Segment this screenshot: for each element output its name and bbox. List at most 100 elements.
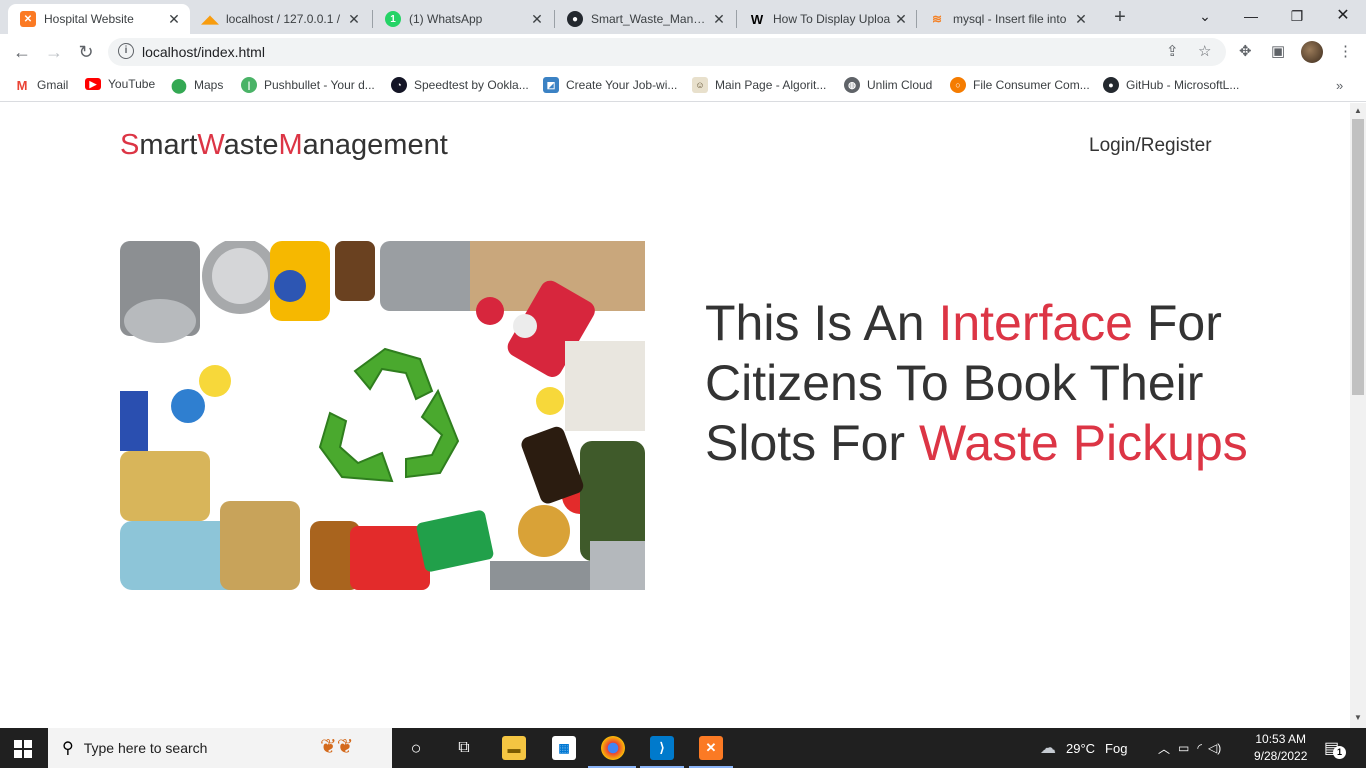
browser-toolbar: ← → ↻ i localhost/index.html ⇪ ☆ ✥ ▣ ⋮: [0, 34, 1366, 70]
wifi-icon[interactable]: ◜: [1197, 741, 1202, 755]
restore-button[interactable]: ❐: [1282, 4, 1312, 28]
bookmark-youtube[interactable]: ▶ YouTube: [85, 77, 155, 91]
bookmark-gmail[interactable]: M Gmail: [14, 77, 69, 93]
more-bookmarks-chevron-icon[interactable]: »: [1336, 78, 1343, 93]
tab-search-chevron-icon[interactable]: ⌄: [1190, 4, 1220, 28]
youtube-icon: ▶: [85, 78, 101, 90]
clock-time: 10:53 AM: [1255, 732, 1307, 746]
tray-overflow-chevron-icon[interactable]: ︿: [1158, 740, 1170, 757]
close-tab-icon[interactable]: ✕: [891, 11, 911, 28]
scroll-up-arrow-icon[interactable]: ▲: [1354, 106, 1362, 115]
vscode-icon[interactable]: ⟩: [650, 736, 674, 760]
bookmark-pushbullet[interactable]: | Pushbullet - Your d...: [241, 77, 375, 93]
bookmark-label: Maps: [194, 78, 224, 92]
gmail-icon: M: [16, 77, 28, 93]
brand-text-anagement: anagement: [302, 129, 448, 161]
reload-icon[interactable]: ↻: [74, 40, 98, 64]
notification-center-icon[interactable]: ▤ 1: [1324, 738, 1346, 759]
bookmark-label: Main Page - Algorit...: [715, 78, 827, 92]
new-tab-button[interactable]: +: [1108, 6, 1132, 30]
notification-count-badge: 1: [1333, 746, 1346, 759]
bookmark-label: Create Your Job-wi...: [566, 78, 678, 92]
scroll-down-arrow-icon[interactable]: ▼: [1354, 713, 1362, 722]
bookmark-github[interactable]: ● GitHub - MicrosoftL...: [1103, 77, 1239, 93]
site-brand-logo[interactable]: SmartWasteManagement: [120, 129, 448, 162]
brand-text-aste: aste: [223, 129, 279, 161]
web-page: SmartWasteManagement Login/Register This…: [0, 103, 1350, 728]
tab-title: Smart_Waste_Manage: [591, 12, 709, 26]
system-tray: ︿ ▭ ◜ ◁): [1158, 728, 1221, 768]
url-text[interactable]: localhost/index.html: [142, 44, 265, 60]
battery-icon[interactable]: ▭: [1178, 741, 1189, 755]
file-explorer-icon[interactable]: ▬: [502, 736, 526, 760]
cloud-fog-icon: ☁: [1040, 740, 1056, 757]
bookmarks-bar: M Gmail ▶ YouTube ⬤ Maps | Pushbullet - Your…: [0, 70, 1366, 102]
file-icon: ○: [950, 77, 966, 93]
close-tab-icon[interactable]: ✕: [709, 11, 729, 28]
site-info-icon[interactable]: i: [118, 43, 134, 59]
side-panel-icon[interactable]: ▣: [1271, 42, 1285, 60]
tab-hospital-website[interactable]: ✕ Hospital Website ✕: [8, 4, 190, 34]
bookmark-maps[interactable]: ⬤ Maps: [171, 77, 223, 93]
extensions-puzzle-icon[interactable]: ✥: [1239, 42, 1252, 60]
brand-text-mart: mart: [139, 129, 198, 161]
menu-kebab-icon[interactable]: ⋮: [1338, 42, 1353, 60]
tab-stackoverflow[interactable]: ≋ mysql - Insert file into ✕: [917, 4, 1097, 34]
bookmark-unlim-cloud[interactable]: ◍ Unlim Cloud: [844, 77, 932, 93]
windows-start-icon[interactable]: [14, 740, 32, 758]
page-scrollbar[interactable]: ▲ ▼: [1350, 103, 1366, 728]
bookmark-file-consumer[interactable]: ○ File Consumer Com...: [950, 77, 1090, 93]
tab-how-to-display[interactable]: W How To Display Uploa ✕: [737, 4, 917, 34]
share-icon[interactable]: ⇪: [1166, 42, 1179, 60]
maps-icon: ⬤: [171, 76, 187, 93]
scrollbar-thumb[interactable]: [1352, 119, 1364, 395]
bookmark-star-icon[interactable]: ☆: [1198, 42, 1211, 60]
clock-date: 9/28/2022: [1254, 749, 1308, 763]
tab-title: (1) WhatsApp: [409, 12, 483, 26]
minimize-button[interactable]: —: [1236, 4, 1266, 28]
close-window-button[interactable]: ✕: [1328, 4, 1358, 28]
task-view-icon[interactable]: ⧉: [452, 736, 476, 760]
windows-taskbar: ⚲ Type here to search ❦❦ ○ ⧉ ▬ ▦ ⟩ ✕ ☁ 2…: [0, 728, 1366, 768]
hero-heading: This Is An Interface For Citizens To Boo…: [705, 293, 1265, 473]
bookmark-speedtest[interactable]: ◔ Speedtest by Ookla...: [391, 77, 529, 93]
microsoft-store-icon[interactable]: ▦: [552, 736, 576, 760]
chrome-icon[interactable]: [601, 736, 625, 760]
algorithm-icon: ☺: [692, 77, 708, 93]
hero-highlight-waste-pickups: Waste Pickups: [918, 415, 1248, 471]
brand-letter-w: W: [197, 129, 224, 161]
close-tab-icon[interactable]: ✕: [164, 11, 184, 28]
bookmark-algorithm[interactable]: ☺ Main Page - Algorit...: [692, 77, 826, 93]
recycling-hero-image: [120, 241, 645, 590]
job-icon: ◩: [543, 77, 559, 93]
github-icon: ●: [1103, 77, 1119, 93]
taskbar-clock[interactable]: 10:53 AM 9/28/2022: [1254, 731, 1307, 765]
taskbar-search-box[interactable]: ⚲ Type here to search ❦❦: [48, 728, 392, 768]
close-tab-icon[interactable]: ✕: [1071, 11, 1091, 28]
tab-whatsapp[interactable]: 1 (1) WhatsApp ✕: [373, 4, 553, 34]
profile-avatar[interactable]: [1301, 41, 1323, 63]
xampp-icon[interactable]: ✕: [699, 736, 723, 760]
brand-letter-m: M: [278, 129, 303, 161]
tab-title: How To Display Uploa: [773, 12, 891, 26]
stackoverflow-icon: ≋: [931, 12, 943, 26]
search-icon: ⚲: [62, 740, 74, 757]
weather-widget[interactable]: ☁ 29°C Fog: [1040, 728, 1127, 768]
brand-letter-s: S: [120, 129, 140, 161]
tab-github[interactable]: ● Smart_Waste_Manage ✕: [555, 4, 735, 34]
back-arrow-icon[interactable]: ←: [10, 40, 34, 64]
pushbullet-icon: |: [241, 77, 257, 93]
address-bar[interactable]: i localhost/index.html ⇪ ☆: [108, 38, 1226, 66]
bookmark-create-job[interactable]: ◩ Create Your Job-wi...: [543, 77, 677, 93]
volume-icon[interactable]: ◁): [1208, 741, 1221, 755]
whatsapp-icon: 1: [385, 11, 401, 27]
close-tab-icon[interactable]: ✕: [344, 11, 364, 28]
autumn-leaves-icon: ❦❦: [320, 736, 354, 758]
tab-title: mysql - Insert file into: [953, 12, 1067, 26]
tab-title: localhost / 127.0.0.1 /: [226, 12, 341, 26]
tab-phpmyadmin[interactable]: ◢◣ localhost / 127.0.0.1 / ✕: [190, 4, 370, 34]
cortana-icon[interactable]: ○: [404, 736, 428, 760]
close-tab-icon[interactable]: ✕: [527, 11, 547, 28]
forward-arrow-icon[interactable]: →: [42, 40, 66, 64]
login-register-link[interactable]: Login/Register: [1089, 135, 1212, 157]
